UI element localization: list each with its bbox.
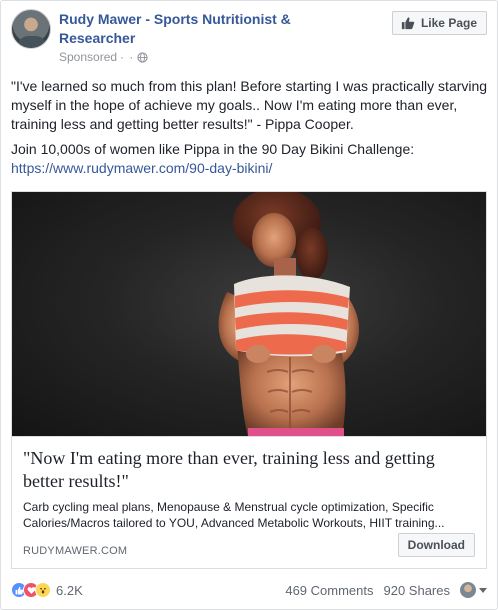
cta-text: Join 10,000s of women like Pippa in the …	[11, 141, 415, 157]
page-avatar[interactable]	[11, 9, 51, 49]
separator-dots: · ·	[120, 50, 135, 64]
comments-count-link[interactable]: 469 Comments	[285, 583, 373, 598]
like-page-button[interactable]: Like Page	[391, 11, 487, 35]
card-title[interactable]: "Now I'm eating more than ever, training…	[23, 447, 463, 493]
fitness-photo[interactable]	[12, 192, 486, 436]
sponsored-post: Rudy Mawer - Sports Nutritionist & Resea…	[0, 0, 498, 610]
post-cta: Join 10,000s of women like Pippa in the …	[11, 140, 489, 178]
shares-count-link[interactable]: 920 Shares	[384, 583, 451, 598]
footer-stats: 469 Comments 920 Shares	[285, 582, 487, 598]
post-as-selector[interactable]	[460, 582, 487, 598]
link-preview-card[interactable]: "Now I'm eating more than ever, training…	[11, 191, 487, 569]
post-body: "I've learned so much from this plan! Be…	[11, 77, 489, 184]
reactions-summary[interactable]: 6.2K	[11, 582, 83, 598]
card-info[interactable]: "Now I'm eating more than ever, training…	[12, 436, 486, 568]
reaction-count[interactable]: 6.2K	[56, 583, 83, 598]
card-domain: RUDYMAWER.COM	[23, 545, 128, 557]
page-name-link[interactable]: Rudy Mawer - Sports Nutritionist & Resea…	[59, 10, 359, 48]
like-page-label: Like Page	[420, 16, 477, 30]
sponsored-label[interactable]: Sponsored	[59, 50, 117, 64]
sponsored-row: Sponsored · ·	[59, 49, 149, 65]
viewer-avatar	[460, 582, 476, 598]
post-quote: "I've learned so much from this plan! Be…	[11, 78, 488, 132]
chevron-down-icon	[479, 587, 487, 593]
thumbs-up-icon	[401, 17, 415, 30]
card-description: Carb cycling meal plans, Menopause & Men…	[23, 500, 445, 530]
woman-abs-image	[218, 192, 360, 436]
post-link[interactable]: https://www.rudymawer.com/90-day-bikini/	[11, 159, 489, 178]
wow-icon	[35, 582, 51, 598]
post-footer: 6.2K 469 Comments 920 Shares	[11, 579, 487, 601]
post-header: Rudy Mawer - Sports Nutritionist & Resea…	[11, 9, 487, 65]
download-button[interactable]: Download	[397, 533, 475, 557]
globe-icon	[137, 51, 149, 63]
